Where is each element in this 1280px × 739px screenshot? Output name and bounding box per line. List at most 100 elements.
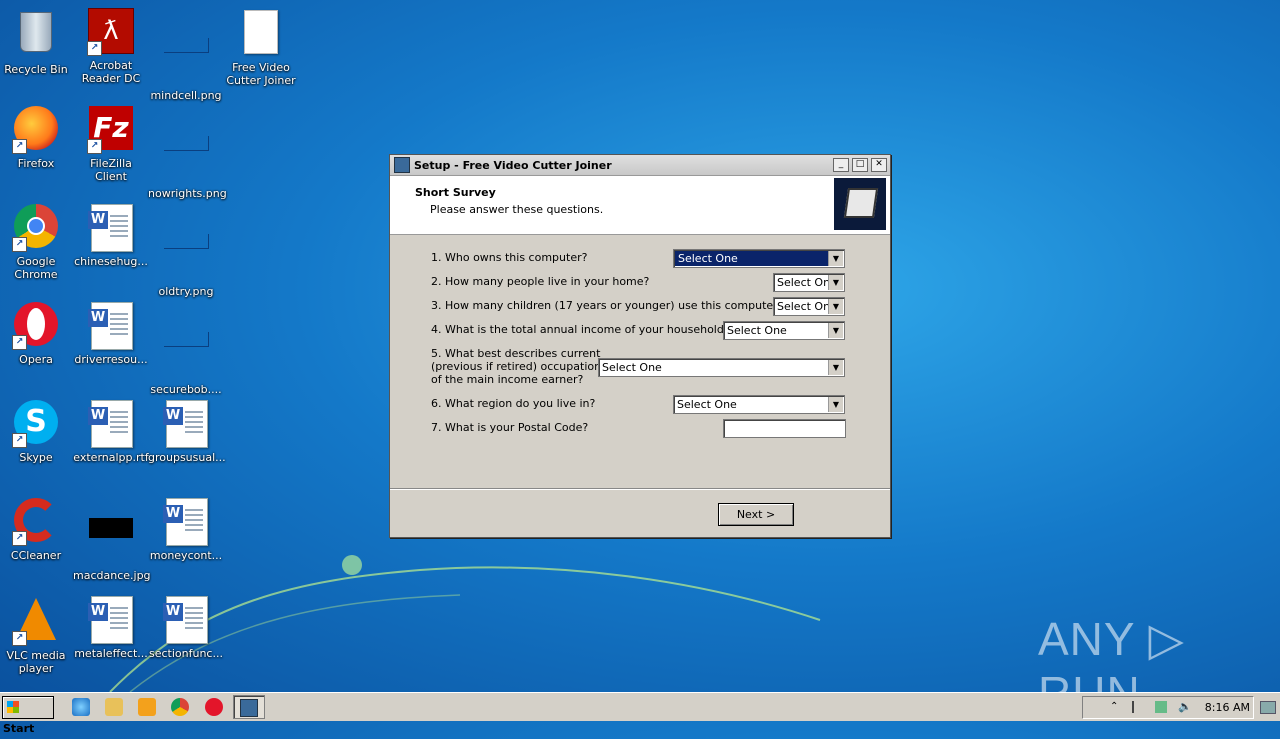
header-subtitle: Please answer these questions. [430, 203, 604, 216]
desktop-icon-free-video-cutter-joiner[interactable]: Free Video Cutter Joiner [223, 8, 299, 87]
word-document-icon: W [87, 204, 135, 252]
desktop-icon-metaleffect[interactable]: W metaleffect... [73, 596, 149, 660]
desktop-icon-label: Acrobat Reader DC [81, 59, 141, 85]
network-icon[interactable] [1155, 701, 1167, 713]
opera-icon: ↗ [12, 302, 60, 350]
minimize-button[interactable]: _ [833, 158, 849, 172]
action-center-flag-icon[interactable] [1132, 701, 1146, 713]
desktop-icon-sectionfunc[interactable]: W sectionfunc... [148, 596, 224, 660]
dialog-titlebar[interactable]: Setup - Free Video Cutter Joiner _ □ ✕ [390, 155, 890, 176]
chevron-up-icon[interactable]: ⌃ [1110, 701, 1122, 713]
image-thumbnail-icon [162, 234, 210, 282]
recycle-bin-icon [12, 12, 60, 60]
question-4-select[interactable]: Select One ▼ [723, 321, 845, 340]
desktop-icon-macdance[interactable]: macdance.jpg [73, 498, 151, 582]
question-5-select[interactable]: Select One ▼ [598, 358, 845, 377]
desktop-icon-label: CCleaner [10, 549, 62, 562]
desktop-icon-ccleaner[interactable]: ↗ CCleaner [0, 498, 74, 562]
header-title: Short Survey [415, 186, 496, 199]
word-document-icon: W [87, 596, 135, 644]
desktop-icon-driverresou[interactable]: W driverresou... [73, 302, 149, 366]
word-document-icon: W [162, 400, 210, 448]
question-3-label: 3. How many children (17 years or younge… [431, 299, 784, 312]
desktop-icon-label: FileZilla Client [90, 157, 132, 183]
desktop-icon-label: groupsusual... [148, 451, 226, 464]
desktop-icon-google-chrome[interactable]: ↗ Google Chrome [0, 204, 74, 281]
desktop-icon-oldtry[interactable]: oldtry.png [148, 204, 224, 298]
desktop-icon-vlc[interactable]: ↗ VLC media player [0, 596, 74, 675]
desktop-icon-label: externalpp.rtf [73, 451, 149, 464]
dialog-header: Short Survey Please answer these questio… [390, 176, 890, 235]
question-3-select[interactable]: Select One ▼ [773, 297, 845, 316]
chevron-down-icon[interactable]: ▼ [828, 360, 843, 375]
desktop-icon-skype[interactable]: S ↗ Skype [0, 400, 74, 464]
media-player-icon[interactable] [138, 698, 156, 716]
desktop-icon-label: chinesehug... [74, 255, 148, 268]
footer-separator [390, 488, 890, 490]
shortcut-arrow-icon: ↗ [12, 139, 27, 154]
desktop-icon-label: Free Video Cutter Joiner [226, 61, 296, 87]
chevron-down-icon[interactable]: ▼ [828, 251, 843, 266]
filezilla-icon: Fz ↗ [87, 106, 135, 154]
chrome-taskbar-icon[interactable] [171, 698, 189, 716]
question-7-label: 7. What is your Postal Code? [431, 421, 589, 434]
desktop-icon-label: securebob.... [150, 383, 222, 396]
desktop-icon-label: macdance.jpg [73, 569, 151, 582]
word-document-icon: W [87, 400, 135, 448]
image-thumbnail-icon [162, 332, 210, 380]
chevron-down-icon[interactable]: ▼ [828, 397, 843, 412]
desktop-icon-label: Firefox [17, 157, 55, 170]
blank-file-icon [237, 10, 285, 58]
question-1-select[interactable]: Select One ▼ [673, 249, 845, 268]
windows-logo-icon [7, 701, 19, 713]
chevron-down-icon[interactable]: ▼ [828, 275, 843, 290]
dialog-title: Setup - Free Video Cutter Joiner [414, 158, 612, 172]
shortcut-arrow-icon: ↗ [87, 41, 102, 56]
desktop-icon-label: Google Chrome [14, 255, 58, 281]
vlc-icon: ↗ [12, 598, 60, 646]
shortcut-arrow-icon: ↗ [12, 433, 27, 448]
desktop-icon-externalpp[interactable]: W externalpp.rtf [73, 400, 149, 464]
desktop-icon-securebob[interactable]: securebob.... [148, 302, 224, 396]
desktop-icon-groupsusual[interactable]: W groupsusual... [148, 400, 226, 464]
desktop-icon-recycle-bin[interactable]: Recycle Bin [0, 8, 74, 76]
desktop-icon-mindcell[interactable]: mindcell.png [148, 8, 224, 102]
chevron-down-icon[interactable]: ▼ [828, 299, 843, 314]
volume-icon[interactable]: 🔈 [1178, 701, 1192, 713]
desktop-icon-nowrights[interactable]: nowrights.png [148, 106, 227, 200]
taskbar-clock[interactable]: 8:16 AM [1205, 701, 1250, 714]
internet-explorer-icon[interactable] [72, 698, 90, 716]
desktop-icon-acrobat[interactable]: ƛ ↗ Acrobat Reader DC [73, 8, 149, 85]
desktop-icon-moneycont[interactable]: W moneycont... [148, 498, 224, 562]
question-2-select[interactable]: Select One ▼ [773, 273, 845, 292]
desktop-icon-opera[interactable]: ↗ Opera [0, 302, 74, 366]
desktop-icon-label: Recycle Bin [4, 63, 68, 76]
maximize-button[interactable]: □ [852, 158, 868, 172]
start-button[interactable]: Start [2, 696, 54, 735]
desktop-icon-label: metaleffect... [74, 647, 148, 660]
word-document-icon: W [87, 302, 135, 350]
close-button[interactable]: ✕ [871, 158, 887, 172]
desktop-icon-firefox[interactable]: ↗ Firefox [0, 106, 74, 170]
desktop-icon-label: Opera [19, 353, 53, 366]
show-desktop-button[interactable] [1260, 701, 1276, 714]
question-5-label: 5. What best describes current (previous… [431, 347, 602, 386]
desktop-icon-label: driverresou... [74, 353, 148, 366]
shortcut-arrow-icon: ↗ [12, 531, 27, 546]
setup-app-icon [240, 699, 258, 717]
desktop-icon-chinesehug[interactable]: W chinesehug... [73, 204, 149, 268]
chevron-down-icon[interactable]: ▼ [828, 323, 843, 338]
question-6-select[interactable]: Select One ▼ [673, 395, 845, 414]
desktop-icon-label: VLC media player [6, 649, 66, 675]
question-4-label: 4. What is the total annual income of yo… [431, 323, 730, 336]
setup-taskbar-button[interactable] [233, 695, 265, 719]
desktop-icon-label: nowrights.png [148, 187, 227, 200]
postal-code-input[interactable] [723, 419, 846, 438]
file-explorer-icon[interactable] [105, 698, 123, 716]
chrome-icon: ↗ [12, 204, 60, 252]
desktop-icon-label: sectionfunc... [149, 647, 223, 660]
desktop-icon-filezilla[interactable]: Fz ↗ FileZilla Client [73, 106, 149, 183]
opera-taskbar-icon[interactable] [205, 698, 223, 716]
shortcut-arrow-icon: ↗ [12, 335, 27, 350]
next-button[interactable]: Next > [718, 503, 794, 526]
